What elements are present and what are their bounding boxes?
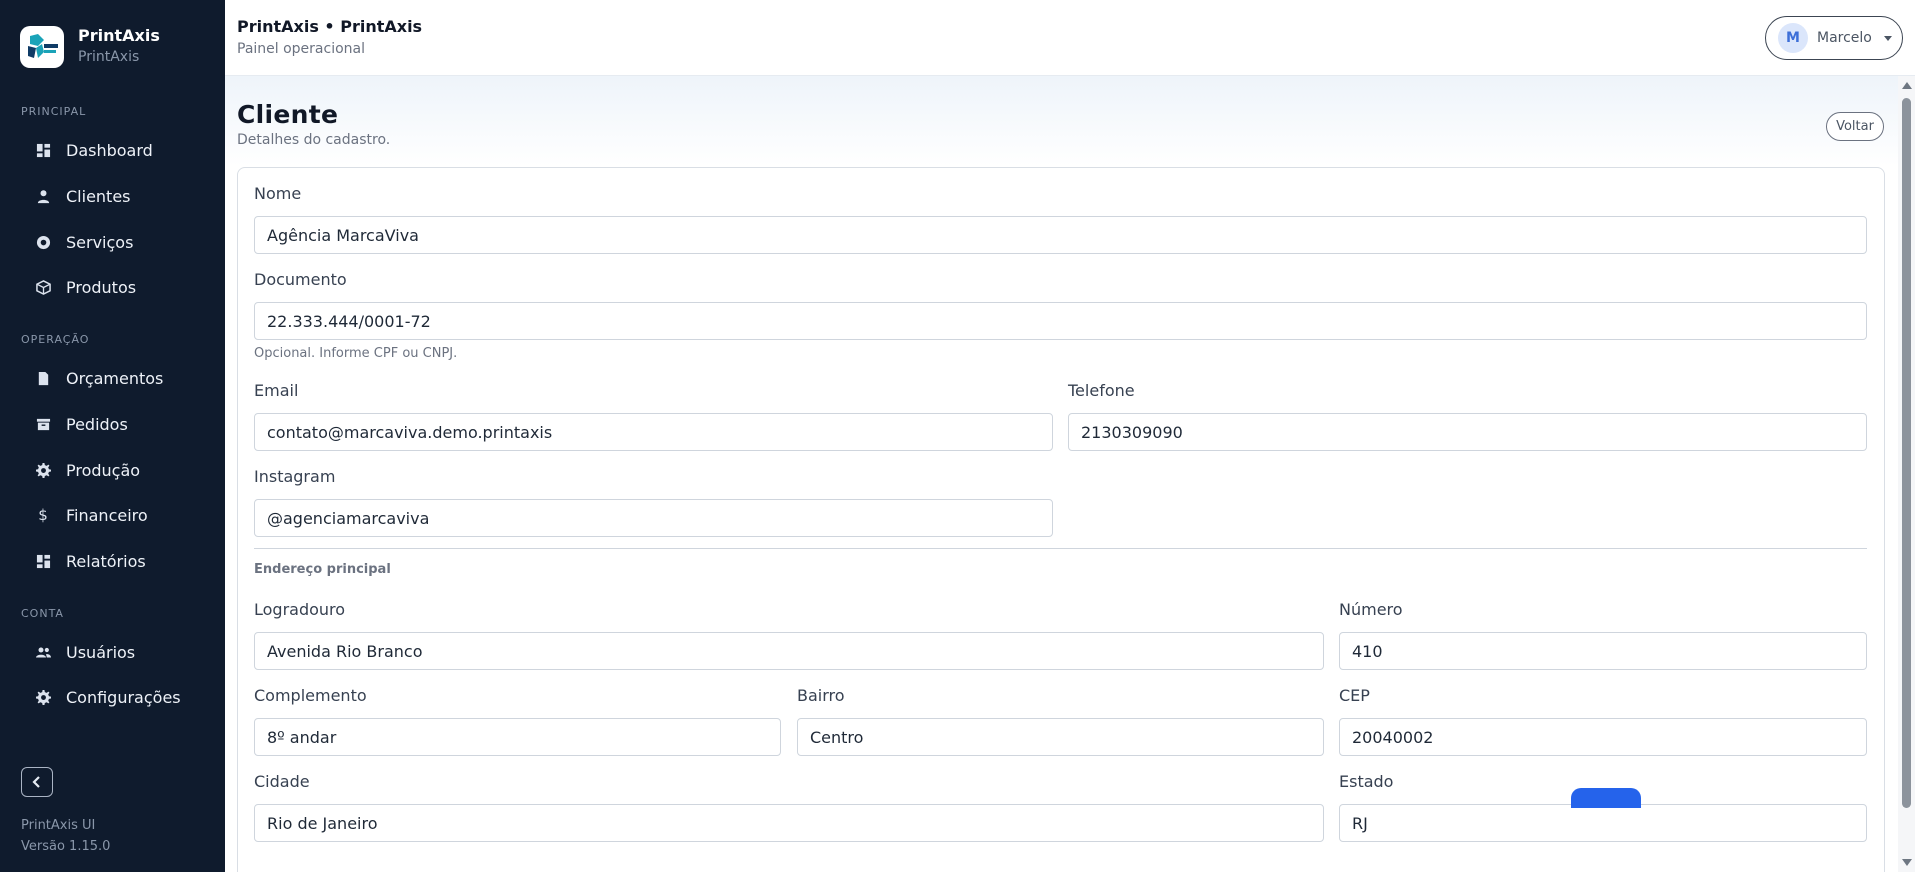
- sidebar-item-dashboard[interactable]: Dashboard: [0, 130, 225, 170]
- sidebar-item-financeiro[interactable]: $ Financeiro: [0, 495, 225, 535]
- dashboard-icon: [34, 141, 52, 159]
- sidebar-item-pedidos[interactable]: Pedidos: [0, 404, 225, 444]
- page-subtitle: Detalhes do cadastro.: [237, 132, 391, 148]
- logradouro-field[interactable]: Avenida Rio Branco: [254, 632, 1324, 670]
- client-form-card: Nome Agência MarcaViva Documento 22.333.…: [237, 167, 1885, 872]
- complemento-field[interactable]: 8º andar: [254, 718, 781, 756]
- gear-icon: [34, 461, 52, 479]
- cep-field[interactable]: 20040002: [1339, 718, 1867, 756]
- collapse-sidebar-button[interactable]: [21, 767, 53, 797]
- sidebar-item-label: Relatórios: [66, 551, 146, 571]
- sidebar-item-relatorios[interactable]: Relatórios: [0, 541, 225, 581]
- avatar: M: [1778, 23, 1808, 53]
- brand-subtitle: PrintAxis: [78, 49, 140, 65]
- box-icon: [34, 278, 52, 296]
- email-field[interactable]: contato@marcaviva.demo.printaxis: [254, 413, 1053, 451]
- sidebar-item-label: Produção: [66, 460, 141, 480]
- topbar-title: PrintAxis • PrintAxis: [237, 17, 423, 36]
- bairro-label: Bairro: [797, 686, 845, 705]
- sidebar-item-label: Produtos: [66, 277, 137, 297]
- dollar-icon: $: [38, 506, 48, 524]
- scrollbar[interactable]: [1898, 76, 1915, 872]
- sidebar-item-label: Configurações: [66, 687, 181, 707]
- complemento-label: Complemento: [254, 686, 367, 705]
- service-icon: [34, 233, 52, 251]
- chevron-left-icon: [32, 776, 40, 788]
- nome-label: Nome: [254, 184, 302, 203]
- estado-label: Estado: [1339, 772, 1394, 791]
- documento-help: Opcional. Informe CPF ou CNPJ.: [254, 346, 458, 361]
- cep-label: CEP: [1339, 686, 1370, 705]
- archive-icon: [34, 415, 52, 433]
- sidebar-item-label: Clientes: [66, 186, 131, 206]
- telefone-field[interactable]: 2130309090: [1068, 413, 1867, 451]
- scroll-up-icon[interactable]: [1902, 82, 1912, 89]
- email-label: Email: [254, 381, 299, 400]
- sidebar-item-label: Usuários: [66, 642, 136, 662]
- nav-section-principal: PRINCIPAL: [21, 105, 87, 118]
- numero-label: Número: [1339, 600, 1403, 619]
- nav-section-conta: CONTA: [21, 607, 64, 620]
- cidade-field[interactable]: Rio de Janeiro: [254, 804, 1324, 842]
- topbar: PrintAxis • PrintAxis Painel operacional…: [225, 0, 1915, 76]
- users-icon: [34, 643, 52, 661]
- topbar-subtitle: Painel operacional: [237, 41, 366, 57]
- scrollbar-thumb[interactable]: [1902, 98, 1911, 808]
- sidebar-footer: PrintAxis UI Versão 1.15.0: [21, 815, 110, 857]
- user-name: Marcelo: [1817, 30, 1872, 46]
- bairro-field[interactable]: Centro: [797, 718, 1324, 756]
- sidebar-item-producao[interactable]: Produção: [0, 450, 225, 490]
- back-button[interactable]: Voltar: [1826, 112, 1884, 141]
- document-icon: [34, 369, 52, 387]
- page-title: Cliente: [237, 100, 339, 129]
- brand-logo: [20, 25, 64, 68]
- sidebar-item-clientes[interactable]: Clientes: [0, 176, 225, 216]
- sidebar-item-label: Serviços: [66, 232, 134, 252]
- instagram-field[interactable]: @agenciamarcaviva: [254, 499, 1053, 537]
- sidebar-item-label: Financeiro: [66, 505, 148, 525]
- documento-label: Documento: [254, 270, 347, 289]
- brand-name: PrintAxis: [78, 26, 160, 45]
- section-divider: [254, 548, 1867, 549]
- telefone-label: Telefone: [1068, 381, 1135, 400]
- sidebar-item-label: Pedidos: [66, 414, 128, 434]
- settings-icon: [34, 688, 52, 706]
- app-version: Versão 1.15.0: [21, 839, 111, 854]
- documento-field[interactable]: 22.333.444/0001-72: [254, 302, 1867, 340]
- sidebar-item-label: Dashboard: [66, 140, 153, 160]
- sidebar-item-servicos[interactable]: Serviços: [0, 222, 225, 262]
- cidade-label: Cidade: [254, 772, 310, 791]
- sidebar-item-orcamentos[interactable]: Orçamentos: [0, 358, 225, 398]
- address-section-title: Endereço principal: [254, 562, 391, 577]
- sidebar-item-label: Orçamentos: [66, 368, 164, 388]
- sidebar-item-produtos[interactable]: Produtos: [0, 267, 225, 307]
- main-content: Cliente Detalhes do cadastro. Voltar Nom…: [225, 76, 1915, 872]
- grid-icon: [34, 552, 52, 570]
- instagram-label: Instagram: [254, 467, 336, 486]
- sidebar: PrintAxis PrintAxis PRINCIPAL Dashboard …: [0, 0, 225, 872]
- nav-section-operacao: OPERAÇÃO: [21, 333, 90, 346]
- chevron-down-icon: [1883, 35, 1892, 41]
- brand: PrintAxis PrintAxis: [0, 0, 225, 76]
- estado-field[interactable]: RJ: [1339, 804, 1867, 842]
- user-menu-button[interactable]: M Marcelo: [1765, 16, 1903, 60]
- nome-field[interactable]: Agência MarcaViva: [254, 216, 1867, 254]
- scroll-down-icon[interactable]: [1902, 859, 1912, 866]
- sidebar-item-configuracoes[interactable]: Configurações: [0, 677, 225, 717]
- save-button[interactable]: [1571, 788, 1641, 808]
- user-icon: [34, 187, 52, 205]
- numero-field[interactable]: 410: [1339, 632, 1867, 670]
- app-name: PrintAxis UI: [21, 818, 96, 833]
- logradouro-label: Logradouro: [254, 600, 346, 619]
- sidebar-item-usuarios[interactable]: Usuários: [0, 632, 225, 672]
